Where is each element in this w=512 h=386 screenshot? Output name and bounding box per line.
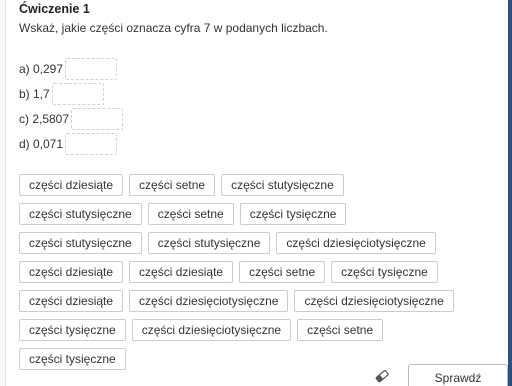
- answer-chip[interactable]: części setne: [239, 261, 326, 283]
- answer-chip[interactable]: części dziesięciotysięczne: [294, 290, 454, 312]
- answer-drop-slot[interactable]: [65, 58, 118, 80]
- question-c: c) 2,5807: [19, 107, 124, 131]
- answer-chip[interactable]: części stutysięczne: [19, 232, 142, 254]
- answer-chip[interactable]: części dziesięciotysięczne: [129, 290, 289, 312]
- answer-chip[interactable]: części stutysięczne: [221, 174, 344, 196]
- answer-chip[interactable]: części setne: [147, 203, 234, 225]
- question-a: a) 0,297: [19, 57, 118, 81]
- answer-bank: części dziesiąte części setne części stu…: [19, 174, 469, 370]
- answer-chip[interactable]: części dziesięciotysięczne: [276, 232, 436, 254]
- answer-chip[interactable]: części dziesiąte: [129, 261, 234, 283]
- answer-drop-slot[interactable]: [65, 133, 118, 155]
- answer-chip[interactable]: części setne: [297, 319, 384, 341]
- answer-chip[interactable]: części dziesiąte: [19, 261, 124, 283]
- right-frame-edge: [508, 0, 512, 386]
- answer-drop-slot[interactable]: [51, 83, 104, 105]
- answer-drop-slot[interactable]: [71, 108, 124, 130]
- answer-chip[interactable]: części dziesięciotysięczne: [131, 319, 292, 341]
- question-label: c) 2,5807: [19, 112, 70, 126]
- answer-chip[interactable]: części stutysięczne: [19, 203, 142, 225]
- question-d: d) 0,071: [19, 132, 118, 156]
- question-b: b) 1,7: [19, 82, 104, 106]
- question-label: a) 0,297: [19, 62, 64, 76]
- answer-chip[interactable]: części tysięczne: [19, 348, 126, 370]
- answer-chip[interactable]: części tysięczne: [239, 203, 347, 225]
- answer-chip[interactable]: części dziesiąte: [19, 290, 124, 312]
- left-frame-border: [0, 0, 6, 386]
- answer-chip[interactable]: części tysięczne: [331, 261, 438, 283]
- question-label: b) 1,7: [19, 87, 50, 101]
- answer-chip[interactable]: części stutysięczne: [147, 232, 271, 254]
- check-button[interactable]: Sprawdź: [408, 364, 508, 386]
- question-label: d) 0,071: [19, 137, 64, 151]
- answer-chip[interactable]: części tysięczne: [19, 319, 126, 341]
- exercise-title: Ćwiczenie 1: [19, 2, 90, 16]
- eraser-icon[interactable]: [374, 369, 390, 383]
- answer-chip[interactable]: części setne: [129, 174, 216, 196]
- exercise-instruction: Wskaż, jakie części oznacza cyfra 7 w po…: [19, 21, 328, 35]
- answer-chip[interactable]: części dziesiąte: [19, 174, 124, 196]
